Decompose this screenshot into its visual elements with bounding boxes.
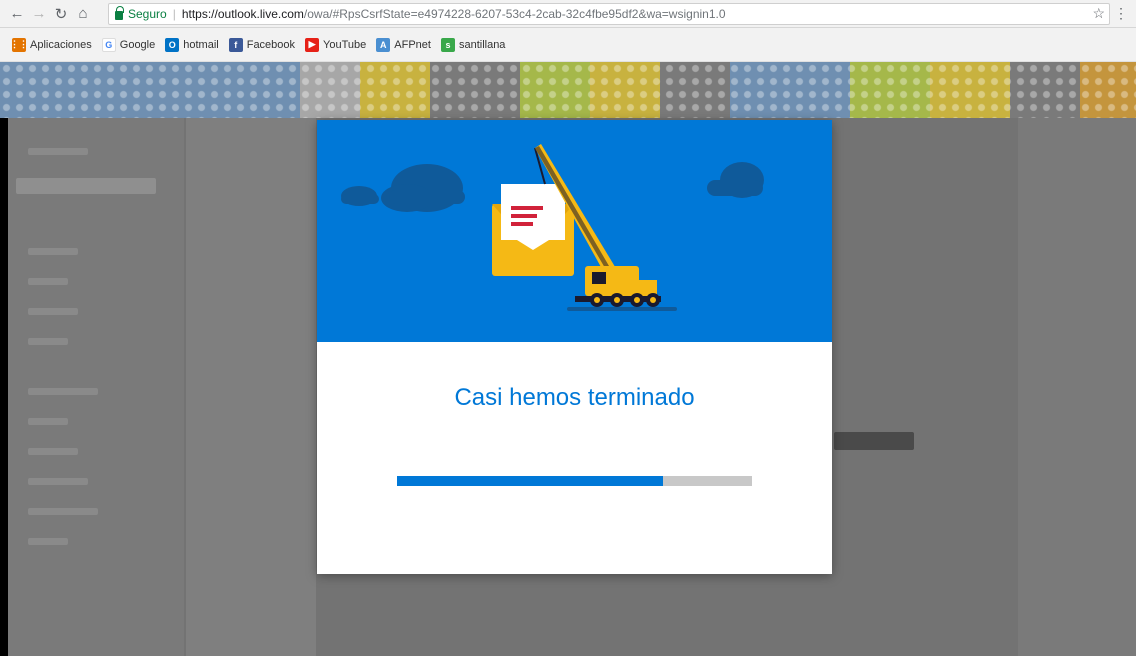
loading-dialog: Casi hemos terminado	[317, 120, 832, 574]
home-button[interactable]: ⌂	[72, 3, 94, 25]
outlook-icon: O	[165, 37, 180, 52]
bookmark-label: santillana	[458, 38, 506, 51]
bookmark-label: Google	[119, 38, 156, 51]
lock-icon	[115, 6, 124, 20]
youtube-icon: ▶	[305, 37, 320, 52]
url-field[interactable]: Seguro | https://outlook.live.com/owa/#R…	[108, 3, 1110, 25]
progress-fill	[397, 476, 664, 486]
bookmarks-bar: ⋮⋮ Aplicaciones G Google O hotmail f Fac…	[0, 28, 1136, 62]
left-edge	[0, 118, 8, 656]
bookmark-label: AFPnet	[394, 38, 431, 51]
bookmark-label: hotmail	[183, 38, 219, 51]
afpnet-icon: A	[376, 37, 391, 52]
bookmark-afpnet[interactable]: A AFPnet	[376, 37, 431, 52]
progress-bar	[397, 476, 752, 486]
reload-button[interactable]: ↻	[50, 3, 72, 25]
envelope-icon	[492, 184, 574, 276]
forward-button[interactable]: →	[28, 3, 50, 25]
hero-illustration	[317, 120, 832, 342]
bookmark-facebook[interactable]: f Facebook	[228, 37, 296, 52]
facebook-icon: f	[228, 37, 243, 52]
menu-icon[interactable]: ⋮	[1114, 5, 1128, 22]
bookmark-label: Aplicaciones	[30, 38, 92, 51]
google-icon: G	[101, 37, 116, 52]
folder-pane	[8, 118, 184, 656]
bookmark-youtube[interactable]: ▶ YouTube	[305, 37, 367, 52]
reading-pane	[834, 118, 1016, 656]
lego-banner	[0, 62, 1136, 118]
back-button[interactable]: ←	[6, 3, 28, 25]
bookmark-label: Facebook	[246, 38, 296, 51]
bookmark-google[interactable]: G Google	[101, 37, 156, 52]
santillana-icon: s	[440, 37, 455, 52]
url-separator: |	[172, 7, 176, 21]
bookmark-aplicaciones[interactable]: ⋮⋮ Aplicaciones	[10, 37, 92, 52]
right-pane	[1018, 118, 1136, 656]
address-bar: ← → ↻ ⌂ Seguro | https://outlook.live.co…	[0, 0, 1136, 28]
secure-label: Seguro	[128, 7, 167, 21]
crane-illustration	[341, 144, 764, 311]
dialog-title: Casi hemos terminado	[454, 384, 695, 411]
bookmark-santillana[interactable]: s santillana	[440, 37, 506, 52]
bookmark-hotmail[interactable]: O hotmail	[165, 37, 219, 52]
bookmark-label: YouTube	[323, 38, 367, 51]
message-list	[186, 118, 316, 656]
bookmark-star-icon[interactable]: ☆	[1092, 5, 1105, 22]
url-host: https://outlook.live.com	[181, 7, 304, 21]
reading-pane-bar	[834, 432, 914, 450]
url-path: /owa/#RpsCsrfState=e4974228-6207-53c4-2c…	[303, 7, 726, 21]
apps-grid-icon: ⋮⋮	[10, 37, 28, 52]
